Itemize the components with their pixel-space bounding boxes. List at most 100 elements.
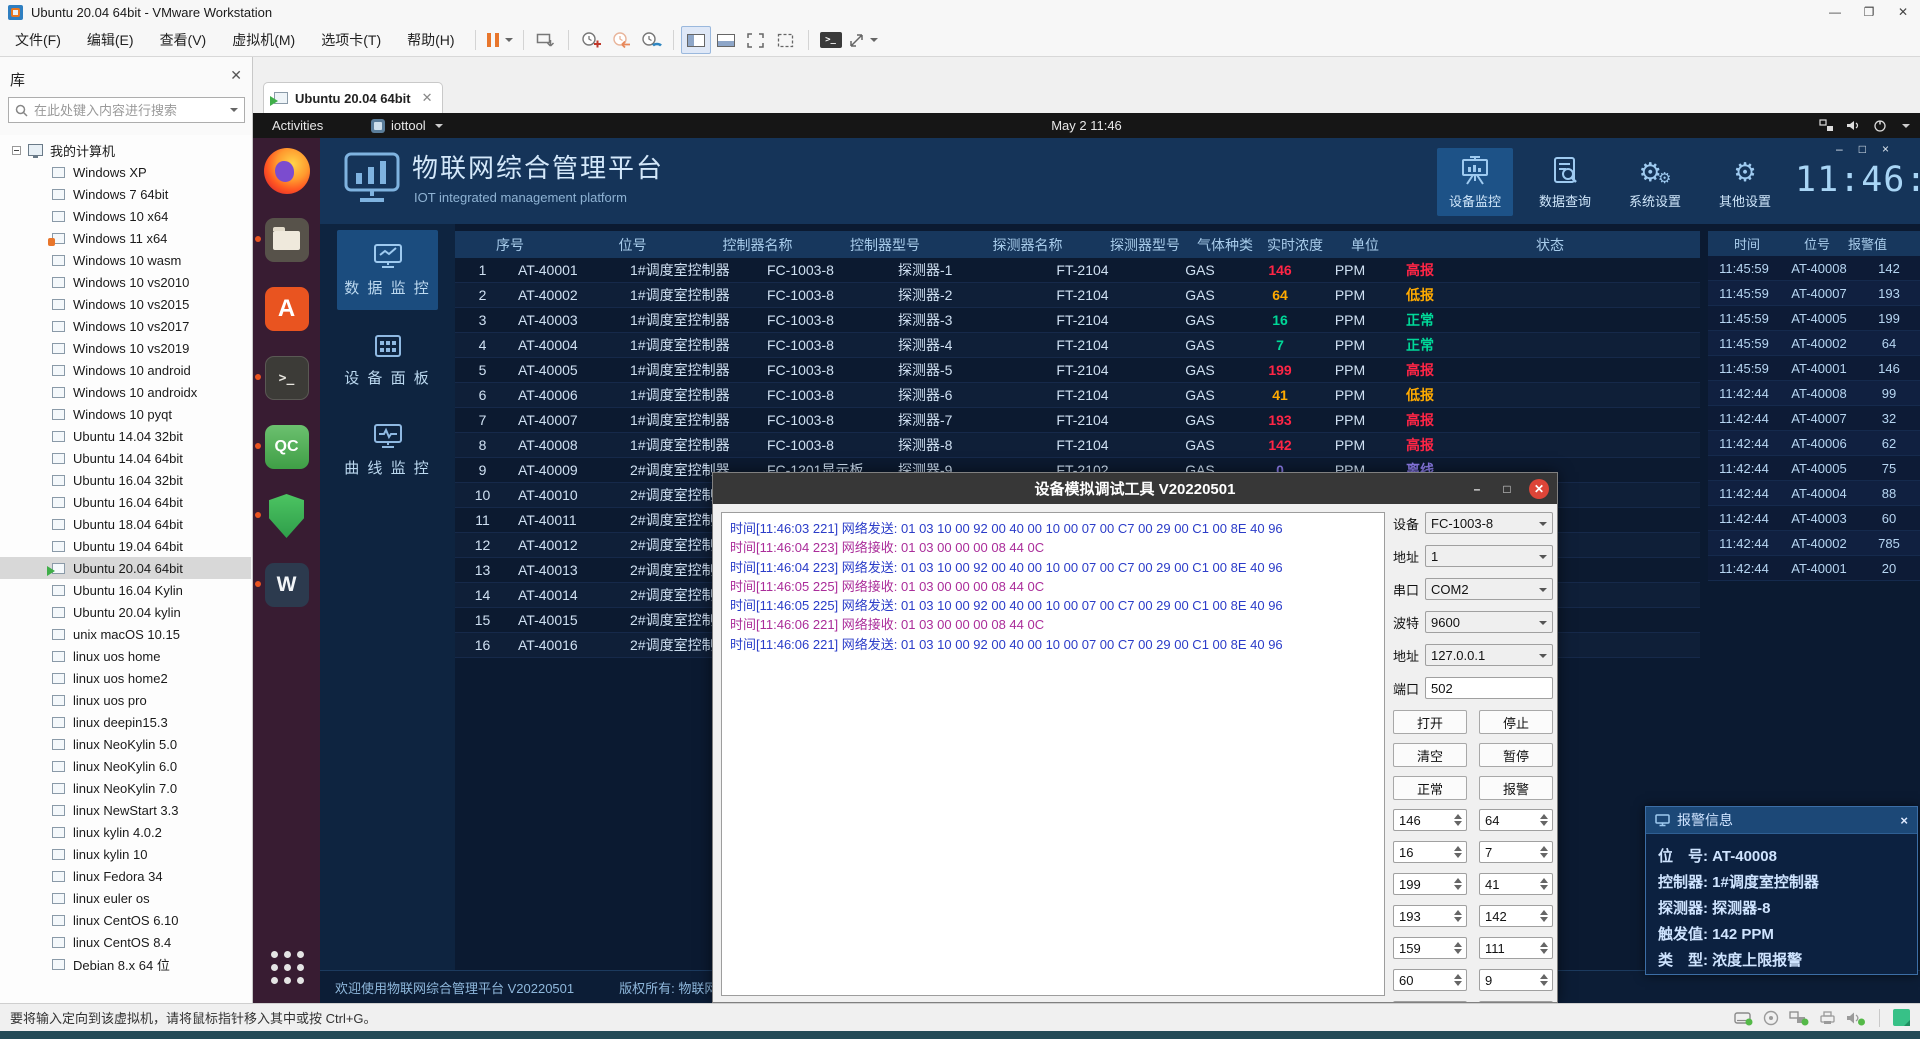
vm-list-item[interactable]: Windows 10 vs2010 bbox=[0, 271, 251, 293]
dock-writer-icon[interactable]: W bbox=[263, 561, 311, 609]
vm-list-item[interactable]: Ubuntu 16.04 Kylin bbox=[0, 579, 251, 601]
stretch-guest-button[interactable] bbox=[846, 26, 881, 54]
alarm-popup-close-button[interactable]: × bbox=[1900, 813, 1908, 828]
dialog-button[interactable]: 报警 bbox=[1479, 776, 1553, 800]
vm-list-item[interactable]: Windows 7 64bit bbox=[0, 183, 251, 205]
pause-vm-button[interactable] bbox=[483, 26, 516, 54]
dock-app-grid-button[interactable] bbox=[263, 943, 311, 991]
alarm-row[interactable]: 11:42:44 AT-40008 99 bbox=[1708, 381, 1920, 406]
menu-item[interactable]: 虚拟机(M) bbox=[219, 24, 308, 57]
vm-list-item[interactable]: Ubuntu 20.04 kylin bbox=[0, 601, 251, 623]
dock-qc-icon[interactable]: QC bbox=[263, 423, 311, 471]
chevron-down-icon[interactable] bbox=[1539, 555, 1547, 559]
alarm-row[interactable]: 11:45:59 AT-40002 64 bbox=[1708, 331, 1920, 356]
field-input[interactable]: COM2 bbox=[1425, 578, 1553, 600]
close-button[interactable]: ✕ bbox=[1886, 0, 1920, 24]
chevron-down-icon[interactable] bbox=[1539, 621, 1547, 625]
manage-snapshots-button[interactable] bbox=[636, 26, 666, 54]
system-tray[interactable] bbox=[1819, 119, 1910, 132]
search-input[interactable] bbox=[34, 103, 221, 118]
value-spinner[interactable]: 16 bbox=[1393, 841, 1467, 863]
activities-button[interactable]: Activities bbox=[272, 118, 323, 133]
dock-shield-icon[interactable] bbox=[263, 492, 311, 540]
field-input[interactable]: 127.0.0.1 bbox=[1425, 644, 1553, 666]
field-input[interactable]: FC-1003-8 bbox=[1425, 512, 1553, 534]
chevron-down-icon[interactable] bbox=[1539, 588, 1547, 592]
dialog-button[interactable]: 清空 bbox=[1393, 743, 1467, 767]
dialog-minimize-button[interactable]: – bbox=[1469, 482, 1485, 496]
alarm-row[interactable]: 11:45:59 AT-40008 142 bbox=[1708, 256, 1920, 281]
vm-list-item[interactable]: linux NeoKylin 6.0 bbox=[0, 755, 251, 777]
spinner-arrows-icon[interactable] bbox=[1537, 844, 1550, 860]
maximize-button[interactable]: ❐ bbox=[1852, 0, 1886, 24]
take-snapshot-button[interactable] bbox=[576, 26, 606, 54]
value-spinner[interactable]: 41 bbox=[1479, 873, 1553, 895]
minimize-button[interactable]: — bbox=[1818, 0, 1852, 24]
message-note-icon[interactable] bbox=[1893, 1009, 1910, 1026]
vm-list-item[interactable]: Ubuntu 14.04 64bit bbox=[0, 447, 251, 469]
alarm-popup-header[interactable]: 报警信息 × bbox=[1646, 807, 1917, 834]
vm-list-item[interactable]: Ubuntu 14.04 32bit bbox=[0, 425, 251, 447]
vm-list-item[interactable]: Ubuntu 16.04 64bit bbox=[0, 491, 251, 513]
vm-list-item[interactable]: linux CentOS 6.10 bbox=[0, 909, 251, 931]
nav-item-curve-monitor[interactable]: 曲 线 监 控 bbox=[337, 410, 438, 490]
table-row[interactable]: 4 AT-40004 1#调度室控制器 FC-1003-8 探测器-4 FT-2… bbox=[455, 333, 1700, 358]
alarm-row[interactable]: 11:42:44 AT-40004 88 bbox=[1708, 481, 1920, 506]
value-spinner[interactable]: 142 bbox=[1479, 905, 1553, 927]
gnome-clock[interactable]: May 2 11:46 bbox=[253, 118, 1920, 133]
vm-list-item[interactable]: linux uos home2 bbox=[0, 667, 251, 689]
vm-list-item[interactable]: Windows 10 android bbox=[0, 359, 251, 381]
dock-software-icon[interactable]: A bbox=[263, 285, 311, 333]
network-adapter-icon[interactable] bbox=[1789, 1010, 1810, 1026]
field-input[interactable]: 1 bbox=[1425, 545, 1553, 567]
app-close-button[interactable]: × bbox=[1882, 142, 1889, 156]
table-row[interactable]: 1 AT-40001 1#调度室控制器 FC-1003-8 探测器-1 FT-2… bbox=[455, 258, 1700, 283]
toggle-console-button[interactable] bbox=[711, 26, 741, 54]
table-row[interactable]: 7 AT-40007 1#调度室控制器 FC-1003-8 探测器-7 FT-2… bbox=[455, 408, 1700, 433]
nav-data-query-button[interactable]: 数据查询 bbox=[1527, 148, 1603, 216]
dialog-button[interactable]: 打开 bbox=[1393, 710, 1467, 734]
value-spinner[interactable]: 64 bbox=[1479, 809, 1553, 831]
vm-list-item[interactable]: Windows 10 androidx bbox=[0, 381, 251, 403]
chevron-down-icon[interactable] bbox=[1539, 522, 1547, 526]
vm-list-item[interactable]: linux NewStart 3.3 bbox=[0, 799, 251, 821]
alarm-row[interactable]: 11:42:44 AT-40003 60 bbox=[1708, 506, 1920, 531]
value-spinner[interactable]: 146 bbox=[1393, 809, 1467, 831]
vm-tab-ubuntu[interactable]: Ubuntu 20.04 64bit ✕ bbox=[263, 82, 443, 113]
vm-list-item[interactable]: Ubuntu 18.04 64bit bbox=[0, 513, 251, 535]
value-spinner[interactable]: 159 bbox=[1393, 937, 1467, 959]
vm-list-item[interactable]: Windows 10 x64 bbox=[0, 205, 251, 227]
open-terminal-button[interactable]: >_ bbox=[816, 26, 846, 54]
vm-list-item[interactable]: Windows 10 pyqt bbox=[0, 403, 251, 425]
vm-list-item[interactable]: Windows 10 vs2019 bbox=[0, 337, 251, 359]
app-menu-button[interactable]: iottool bbox=[371, 118, 443, 133]
app-maximize-button[interactable]: □ bbox=[1859, 142, 1866, 156]
printer-icon[interactable] bbox=[1819, 1010, 1837, 1026]
network-log-area[interactable]: 时间[11:46:03 221] 网络发送: 01 03 10 00 92 00… bbox=[721, 512, 1385, 996]
dock-terminal-icon[interactable]: >_ bbox=[263, 354, 311, 402]
nav-device-monitor-button[interactable]: 设备监控 bbox=[1437, 148, 1513, 216]
library-close-button[interactable]: ✕ bbox=[230, 67, 242, 84]
value-spinner[interactable]: 9 bbox=[1479, 969, 1553, 991]
send-ctrl-alt-del-button[interactable] bbox=[531, 26, 561, 54]
vm-list-item[interactable]: linux uos home bbox=[0, 645, 251, 667]
alarm-row[interactable]: 11:45:59 AT-40005 199 bbox=[1708, 306, 1920, 331]
spinner-arrows-icon[interactable] bbox=[1537, 940, 1550, 956]
value-spinner[interactable]: 199 bbox=[1393, 873, 1467, 895]
dialog-button[interactable]: 暂停 bbox=[1479, 743, 1553, 767]
vm-list-item[interactable]: linux deepin15.3 bbox=[0, 711, 251, 733]
fullscreen-button[interactable] bbox=[741, 26, 771, 54]
menu-item[interactable]: 查看(V) bbox=[147, 24, 220, 57]
menu-item[interactable]: 文件(F) bbox=[2, 24, 74, 57]
spinner-arrows-icon[interactable] bbox=[1451, 844, 1464, 860]
table-row[interactable]: 8 AT-40008 1#调度室控制器 FC-1003-8 探测器-8 FT-2… bbox=[455, 433, 1700, 458]
alarm-row[interactable]: 11:42:44 AT-40005 75 bbox=[1708, 456, 1920, 481]
dialog-button[interactable]: 停止 bbox=[1479, 710, 1553, 734]
vm-list-item[interactable]: Ubuntu 16.04 32bit bbox=[0, 469, 251, 491]
dock-firefox-icon[interactable] bbox=[263, 147, 311, 195]
dialog-close-button[interactable]: ✕ bbox=[1529, 479, 1549, 499]
vm-list-item[interactable]: linux NeoKylin 7.0 bbox=[0, 777, 251, 799]
table-row[interactable]: 2 AT-40002 1#调度室控制器 FC-1003-8 探测器-2 FT-2… bbox=[455, 283, 1700, 308]
spinner-arrows-icon[interactable] bbox=[1451, 972, 1464, 988]
value-spinner[interactable]: 7 bbox=[1479, 841, 1553, 863]
